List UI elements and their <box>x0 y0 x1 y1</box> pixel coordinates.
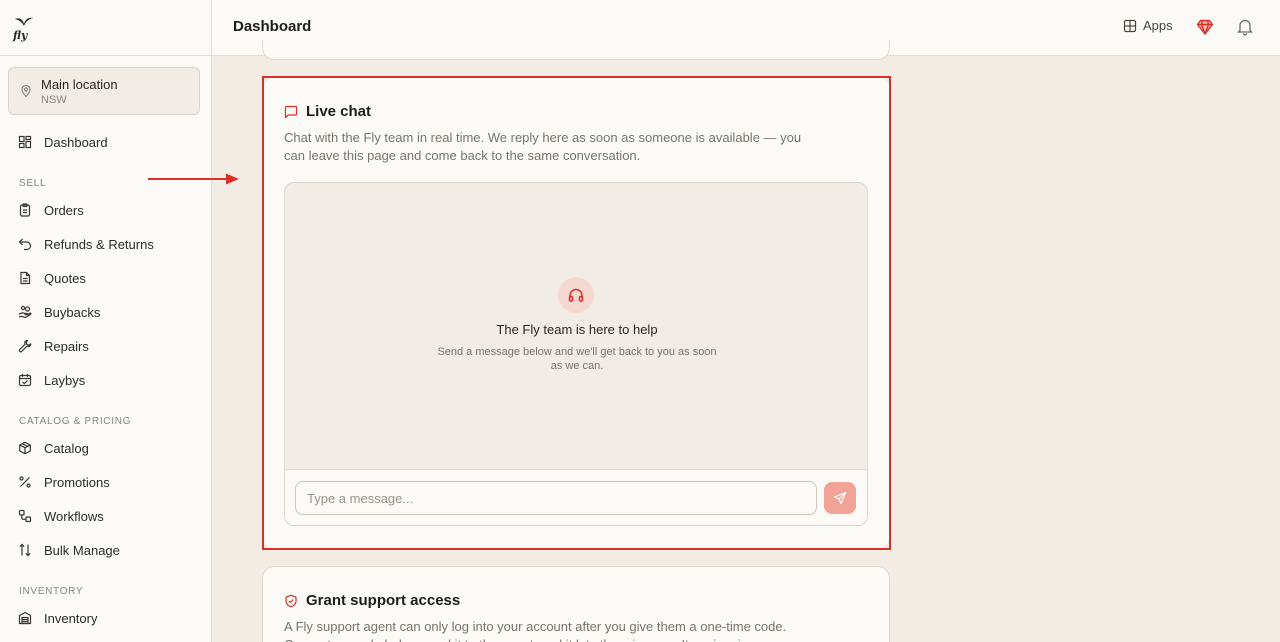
empty-state-title: The Fly team is here to help <box>496 322 658 337</box>
sidebar-item-label: Dashboard <box>44 134 108 150</box>
logo-bar: fly <box>0 0 211 56</box>
previous-card <box>262 40 890 60</box>
svg-text:fly: fly <box>12 29 29 42</box>
gem-icon[interactable] <box>1196 18 1214 36</box>
percent-icon <box>19 476 31 488</box>
sidebar-item-label: Quotes <box>44 270 86 286</box>
empty-state-subtitle: Send a message below and we'll get back … <box>437 346 717 372</box>
sidebar-item-buybacks[interactable]: Buybacks <box>18 301 100 323</box>
workflow-icon <box>18 509 32 523</box>
live-chat-card: Live chat Chat with the Fly team in real… <box>264 78 889 548</box>
sidebar-item-catalog[interactable]: Catalog <box>18 437 89 459</box>
section-heading-catalog-pricing: CATALOG & PRICING <box>19 416 132 427</box>
calendar-check-icon <box>18 374 32 387</box>
message-square-icon <box>284 105 298 118</box>
sidebar-item-label: Catalog <box>44 440 89 456</box>
sidebar-item-label: Workflows <box>44 508 104 524</box>
send-button[interactable] <box>824 482 856 514</box>
sidebar-item-label: Orders <box>44 202 84 218</box>
wrench-icon <box>18 339 32 353</box>
grid-icon <box>18 135 32 149</box>
headphones-icon <box>568 288 584 302</box>
sidebar: fly Main location NSW Dashboard SELL Ord… <box>0 0 212 642</box>
apps-button[interactable]: Apps <box>1123 18 1173 33</box>
warehouse-icon <box>18 611 32 625</box>
clipboard-icon <box>19 203 31 217</box>
apps-label: Apps <box>1143 18 1173 33</box>
sidebar-item-repairs[interactable]: Repairs <box>18 335 89 357</box>
undo-icon <box>18 238 32 251</box>
sidebar-item-inventory[interactable]: Inventory <box>18 607 97 629</box>
sidebar-item-label: Inventory <box>44 610 98 626</box>
bell-icon[interactable] <box>1237 18 1253 36</box>
section-heading-inventory: INVENTORY <box>19 586 84 597</box>
sidebar-item-label: Buybacks <box>44 304 101 320</box>
grant-title-row: Grant support access <box>284 592 460 609</box>
sidebar-item-bulk-manage[interactable]: Bulk Manage <box>18 539 120 561</box>
sidebar-item-dashboard[interactable]: Dashboard <box>18 131 108 153</box>
sidebar-item-orders[interactable]: Orders <box>18 199 84 221</box>
location-name: Main location <box>41 76 118 92</box>
sidebar-item-workflows[interactable]: Workflows <box>18 505 104 527</box>
grant-title: Grant support access <box>306 592 461 609</box>
sidebar-item-promotions[interactable]: Promotions <box>18 471 110 493</box>
sidebar-item-label: Repairs <box>44 338 89 354</box>
page-title: Dashboard <box>233 18 312 35</box>
chat-window: The Fly team is here to help Send a mess… <box>284 182 868 526</box>
sidebar-item-laybys[interactable]: Laybys <box>18 369 85 391</box>
sidebar-item-refunds-returns[interactable]: Refunds & Returns <box>18 233 154 255</box>
sidebar-item-label: Laybys <box>44 372 86 388</box>
location-region: NSW <box>41 93 67 106</box>
shield-check-icon <box>285 594 297 607</box>
message-input[interactable] <box>295 481 817 515</box>
live-chat-description: Chat with the Fly team in real time. We … <box>284 130 802 163</box>
message-composer <box>285 469 867 525</box>
hand-coins-icon <box>18 305 32 318</box>
box-icon <box>19 441 31 455</box>
sidebar-item-label: Bulk Manage <box>44 542 120 558</box>
annotation-arrow-icon <box>148 173 239 185</box>
grant-description: A Fly support agent can only log into yo… <box>284 619 787 642</box>
apps-grid-icon <box>1123 19 1137 32</box>
fly-logo[interactable]: fly <box>12 13 36 43</box>
sidebar-item-quotes[interactable]: Quotes <box>18 267 86 289</box>
grant-support-card: Grant support access A Fly support agent… <box>262 566 890 642</box>
section-heading-sell: SELL <box>19 178 47 189</box>
document-icon <box>20 271 31 285</box>
arrows-updown-icon <box>19 543 31 557</box>
sidebar-item-label: Promotions <box>44 474 110 490</box>
map-pin-icon <box>21 84 31 98</box>
send-icon <box>833 491 847 505</box>
live-chat-title-row: Live chat <box>284 103 371 120</box>
location-selector[interactable]: Main location NSW <box>8 67 200 115</box>
sidebar-item-label: Refunds & Returns <box>44 236 154 252</box>
empty-state-icon-circle <box>558 277 594 313</box>
live-chat-title: Live chat <box>306 103 372 120</box>
